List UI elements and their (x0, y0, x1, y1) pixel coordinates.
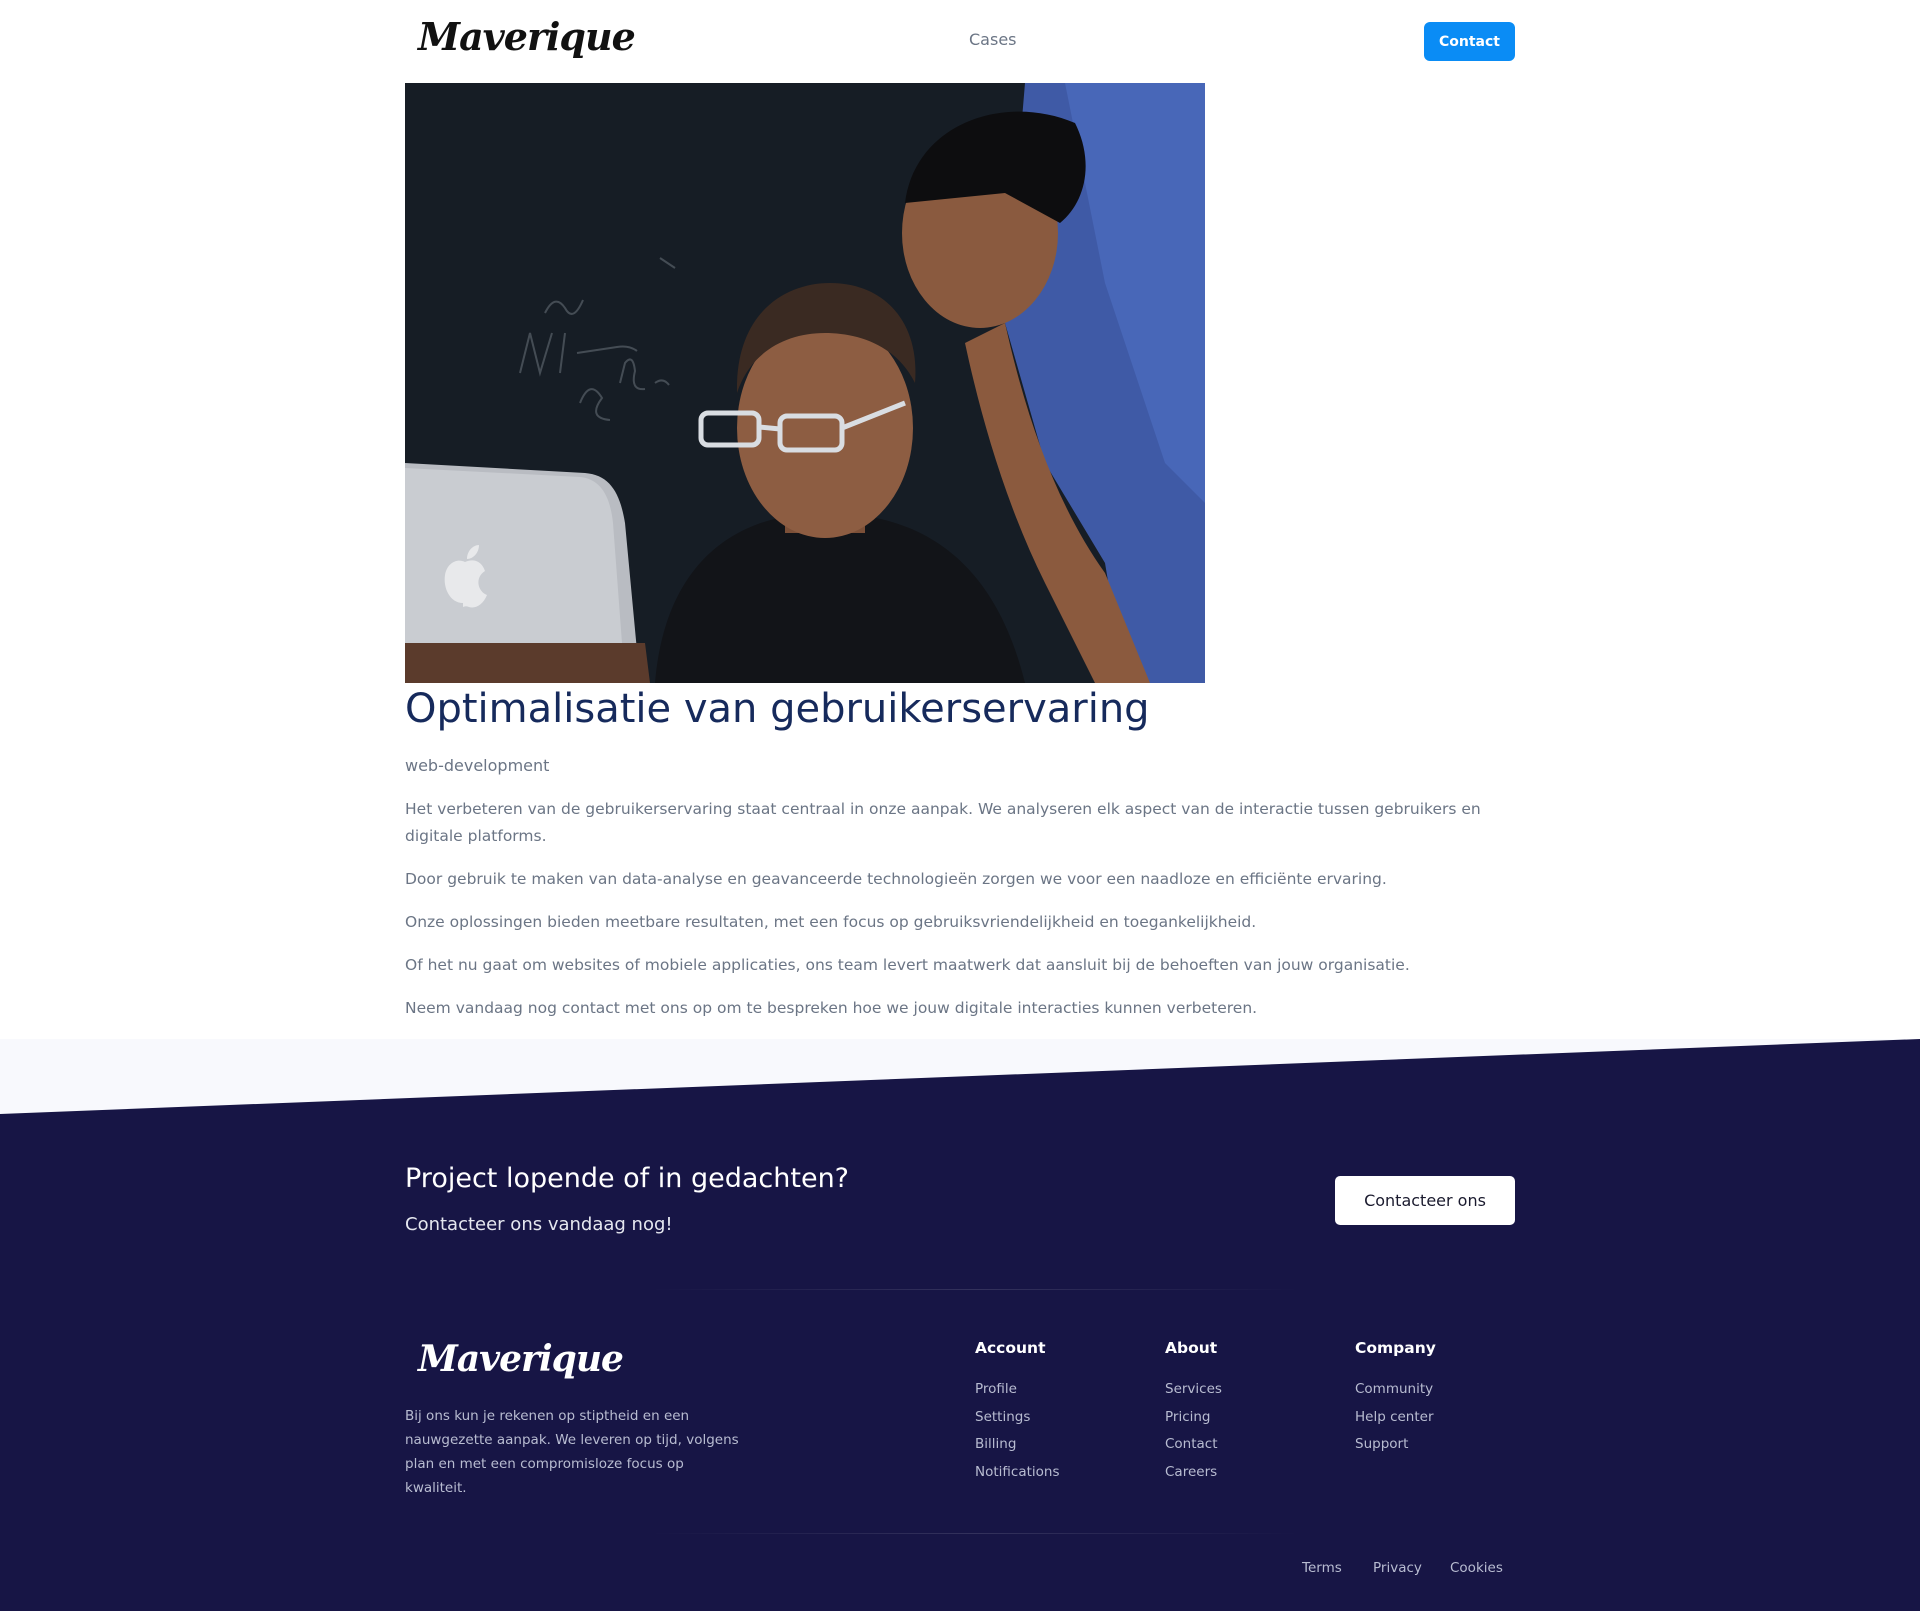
footer-column-about: About Services Pricing Contact Careers (1165, 1339, 1222, 1487)
footer-link-support[interactable]: Support (1355, 1431, 1436, 1459)
hero-photo-illustration (405, 83, 1205, 683)
brand-logo[interactable]: Maverique (418, 14, 636, 59)
footer-link-cookies[interactable]: Cookies (1450, 1560, 1503, 1576)
footer-column-heading: Account (975, 1339, 1046, 1357)
site-header: Maverique Cases Contact (0, 0, 1920, 82)
footer-column-heading: Company (1355, 1339, 1436, 1357)
footer-divider (650, 1289, 1300, 1290)
footer-link-community[interactable]: Community (1355, 1376, 1436, 1404)
footer-link-privacy[interactable]: Privacy (1373, 1560, 1422, 1576)
article-paragraph: Onze oplossingen bieden meetbare resulta… (405, 913, 1257, 931)
footer-link-help-center[interactable]: Help center (1355, 1404, 1436, 1432)
footer-column-heading: About (1165, 1339, 1218, 1357)
footer-link-contact[interactable]: Contact (1165, 1431, 1222, 1459)
footer-link-terms[interactable]: Terms (1302, 1560, 1342, 1576)
contacteer-ons-button[interactable]: Contacteer ons (1335, 1176, 1515, 1225)
footer-link-billing[interactable]: Billing (975, 1431, 1060, 1459)
article-body: Het verbeteren van de gebruikerservaring… (405, 796, 1515, 1038)
article-paragraph: Of het nu gaat om websites of mobiele ap… (405, 956, 1410, 974)
footer-description: Bij ons kun je rekenen op stiptheid en e… (405, 1408, 739, 1496)
footer-column-account: Account Profile Settings Billing Notific… (975, 1339, 1060, 1487)
nav-link-cases[interactable]: Cases (969, 30, 1017, 49)
hero-image (405, 83, 1205, 683)
footer-link-notifications[interactable]: Notifications (975, 1459, 1060, 1487)
footer-column-company: Company Community Help center Support (1355, 1339, 1436, 1459)
article-paragraph: Neem vandaag nog contact met ons op om t… (405, 999, 1258, 1017)
footer-link-pricing[interactable]: Pricing (1165, 1404, 1222, 1432)
footer-bottom-divider (650, 1533, 1300, 1534)
article-paragraph: Door gebruik te maken van data-analyse e… (405, 870, 1387, 888)
cta-subtitle: Contacteer ons vandaag nog! (405, 1214, 673, 1235)
cta-title: Project lopende of in gedachten? (405, 1163, 850, 1194)
footer-link-settings[interactable]: Settings (975, 1404, 1060, 1432)
footer-background (0, 1039, 1920, 1611)
footer-link-careers[interactable]: Careers (1165, 1459, 1222, 1487)
footer-link-services[interactable]: Services (1165, 1376, 1222, 1404)
footer-link-profile[interactable]: Profile (975, 1376, 1060, 1404)
article-title: Optimalisatie van gebruikerservaring (405, 686, 1150, 732)
contact-button[interactable]: Contact (1424, 22, 1515, 61)
article-paragraph: Het verbeteren van de gebruikerservaring… (405, 800, 1481, 845)
footer-logo[interactable]: Maverique (418, 1338, 624, 1380)
article-category[interactable]: web-development (405, 756, 549, 775)
